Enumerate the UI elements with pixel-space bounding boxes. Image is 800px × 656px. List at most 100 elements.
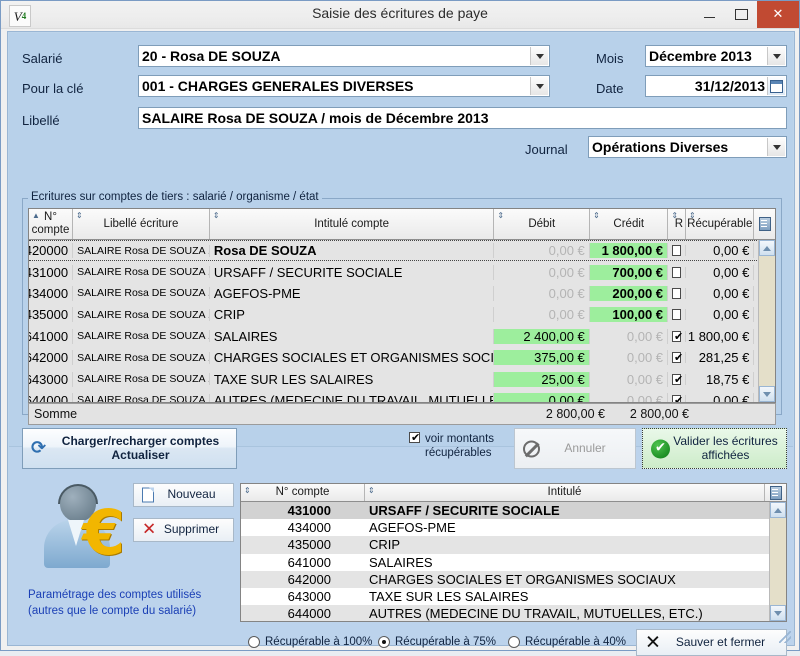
mois-combo[interactable]: Décembre 2013 bbox=[645, 45, 787, 67]
cell-libelle: SALAIRE Rosa DE SOUZA . bbox=[73, 394, 210, 402]
totals-credit: 2 800,00 € bbox=[629, 407, 689, 421]
show-recup-checkbox-group[interactable]: ✔ voir montants récupérables bbox=[409, 432, 494, 461]
table-row[interactable]: 420000 SALAIRE Rosa DE SOUZA . Rosa DE SOU… bbox=[29, 240, 775, 262]
cell-compte: 643000 bbox=[29, 371, 74, 387]
recuperable-checkbox[interactable]: ✔ bbox=[672, 373, 684, 385]
table-row[interactable]: 642000 SALAIRE Rosa DE SOUZA . CHARGES SOC… bbox=[29, 346, 775, 369]
list-item[interactable]: 642000 CHARGES SOCIALES ET ORGANISMES SOC… bbox=[241, 570, 786, 588]
sort-both-icon: ⇕ bbox=[671, 211, 679, 220]
cell-r bbox=[668, 309, 686, 321]
check-icon: ✔ bbox=[674, 373, 684, 385]
table-row[interactable]: 434000 SALAIRE Rosa DE SOUZA . AGEFOS-PME 0… bbox=[29, 282, 775, 305]
minimize-button[interactable] bbox=[693, 1, 725, 28]
chevron-down-icon[interactable] bbox=[767, 138, 785, 156]
accounts-hint-line1: Paramétrage des comptes utilisés bbox=[28, 589, 202, 601]
list-item[interactable]: 641000 SALAIRES bbox=[241, 554, 786, 571]
cell-intitule: TAXE SUR LES SALAIRES bbox=[369, 589, 529, 605]
cell-intitule: URSAFF / SECURITE SOCIALE bbox=[210, 264, 494, 280]
col-header-intitule[interactable]: ⇕ Intitulé compte bbox=[209, 209, 495, 239]
scroll-up-icon[interactable] bbox=[770, 502, 786, 518]
journal-label: Journal bbox=[525, 142, 568, 157]
recuperable-checkbox[interactable] bbox=[672, 287, 681, 299]
acct-col-header-compte[interactable]: ⇕ N° compte bbox=[241, 484, 365, 501]
radio-recuperable-0[interactable]: Récupérable à 100% bbox=[248, 636, 372, 648]
table-row[interactable]: 431000 SALAIRE Rosa DE SOUZA . URSAFF / SE… bbox=[29, 261, 775, 283]
accounts-grid-scrollbar[interactable] bbox=[769, 502, 786, 621]
cell-r: ✔ bbox=[668, 352, 686, 364]
radio-icon[interactable] bbox=[378, 636, 390, 648]
recuperable-checkbox[interactable]: ✔ bbox=[672, 394, 683, 402]
list-item[interactable]: 431000 URSAFF / SECURITE SOCIALE bbox=[241, 502, 786, 520]
entries-grid[interactable]: ▲ N° compte ⇕ Libellé écriture ⇕ Intitul… bbox=[28, 208, 776, 403]
scroll-down-icon[interactable] bbox=[759, 386, 775, 402]
list-item[interactable]: 643000 TAXE SUR LES SALAIRES bbox=[241, 588, 786, 605]
list-item[interactable]: 435000 CRIP bbox=[241, 536, 786, 554]
chevron-down-icon[interactable] bbox=[767, 47, 785, 65]
show-recup-checkbox[interactable]: ✔ bbox=[409, 432, 420, 443]
chevron-down-icon[interactable] bbox=[530, 77, 548, 95]
delete-account-button[interactable]: ✕ Supprimer bbox=[133, 518, 234, 542]
entries-grid-scrollbar[interactable] bbox=[758, 240, 775, 402]
accounts-hint: Paramétrage des comptes utilisés (autres… bbox=[28, 588, 238, 619]
col-header-delete[interactable] bbox=[754, 209, 775, 239]
cell-intitule: AUTRES (MEDECINE DU TRAVAIL, MUTUELLES, … bbox=[369, 606, 703, 622]
col-header-r[interactable]: ⇕ R bbox=[668, 209, 687, 239]
acct-col-header-intitule[interactable]: ⇕ Intitulé bbox=[365, 484, 765, 501]
mois-value: Décembre 2013 bbox=[649, 48, 752, 64]
entries-grid-body: 420000 SALAIRE Rosa DE SOUZA . Rosa DE SOU… bbox=[29, 240, 775, 402]
resize-grip[interactable] bbox=[779, 631, 791, 643]
table-row[interactable]: 644000 SALAIRE Rosa DE SOUZA . AUTRES (MED… bbox=[29, 389, 775, 402]
cle-combo[interactable]: 001 - CHARGES GENERALES DIVERSES bbox=[138, 75, 550, 97]
col-header-compte[interactable]: ▲ N° compte bbox=[29, 209, 74, 239]
journal-combo[interactable]: Opérations Diverses bbox=[588, 136, 787, 158]
recuperable-checkbox[interactable]: ✔ bbox=[672, 330, 683, 342]
main-window: V4 Saisie des écritures de paye ✕ Salari… bbox=[0, 0, 800, 656]
maximize-button[interactable] bbox=[725, 1, 757, 28]
col-header-credit[interactable]: ⇕ Crédit bbox=[590, 209, 669, 239]
close-button[interactable]: ✕ bbox=[757, 1, 799, 28]
acct-col-header-delete[interactable] bbox=[765, 484, 786, 501]
reload-accounts-button[interactable]: ⟳ Charger/recharger comptes Actualiser bbox=[22, 428, 237, 469]
libelle-input[interactable]: SALAIRE Rosa DE SOUZA / mois de Décembre… bbox=[138, 107, 787, 129]
check-icon: ✔ bbox=[674, 352, 684, 364]
calendar-icon[interactable] bbox=[767, 77, 785, 95]
recuperable-checkbox[interactable] bbox=[672, 309, 681, 321]
col-header-debit[interactable]: ⇕ Débit bbox=[494, 209, 591, 239]
cell-recuperable: 1 800,00 € bbox=[686, 328, 755, 344]
save-close-button[interactable]: ✕ Sauver et fermer bbox=[636, 629, 787, 656]
table-row[interactable]: 435000 SALAIRE Rosa DE SOUZA . CRIP 0,00 €1… bbox=[29, 304, 775, 326]
radio-icon[interactable] bbox=[508, 636, 520, 648]
cell-libelle: SALAIRE Rosa DE SOUZA . bbox=[73, 244, 210, 257]
cle-value: 001 - CHARGES GENERALES DIVERSES bbox=[142, 78, 414, 94]
table-row[interactable]: 641000 SALAIRE Rosa DE SOUZA . SALAIRES 2 4… bbox=[29, 325, 775, 347]
totals-row: Somme 2 800,00 € 2 800,00 € bbox=[28, 403, 776, 425]
scroll-down-icon[interactable] bbox=[770, 605, 786, 621]
radio-recuperable-2[interactable]: Récupérable à 40% bbox=[508, 636, 626, 648]
cell-debit: 2 400,00 € bbox=[493, 328, 590, 344]
new-account-button[interactable]: Nouveau bbox=[133, 483, 234, 507]
radio-recuperable-1[interactable]: Récupérable à 75% bbox=[378, 636, 496, 648]
window-controls: ✕ bbox=[693, 1, 799, 28]
chevron-down-icon[interactable] bbox=[530, 47, 548, 65]
col-header-recuperable[interactable]: ⇕ Récupérable bbox=[686, 209, 755, 239]
recuperable-checkbox[interactable] bbox=[672, 245, 681, 257]
scroll-up-icon[interactable] bbox=[759, 240, 775, 256]
date-field[interactable]: 31/12/2013 bbox=[645, 75, 787, 97]
euro-icon: € bbox=[82, 496, 126, 569]
accounts-grid[interactable]: ⇕ N° compte ⇕ Intitulé 431000 URSAFF / SE… bbox=[240, 483, 787, 622]
cancel-button[interactable]: Annuler bbox=[514, 428, 636, 469]
recuperable-checkbox[interactable]: ✔ bbox=[672, 352, 684, 364]
salarie-combo[interactable]: 20 - Rosa DE SOUZA bbox=[138, 45, 550, 67]
cle-label: Pour la clé bbox=[22, 81, 84, 96]
validate-button[interactable]: ✔ Valider les écritures affichées bbox=[642, 428, 787, 469]
radio-icon[interactable] bbox=[248, 636, 260, 648]
cell-intitule: TAXE SUR LES SALAIRES bbox=[210, 371, 494, 387]
list-item[interactable]: 644000 AUTRES (MEDECINE DU TRAVAIL, MUTUE… bbox=[241, 605, 786, 622]
recuperable-checkbox[interactable] bbox=[672, 266, 681, 278]
accounts-grid-header: ⇕ N° compte ⇕ Intitulé bbox=[241, 484, 786, 502]
list-item[interactable]: 434000 AGEFOS-PME bbox=[241, 519, 786, 536]
cell-compte: 434000 bbox=[287, 520, 331, 536]
cell-compte: 641000 bbox=[29, 328, 74, 344]
col-header-libelle[interactable]: ⇕ Libellé écriture bbox=[73, 209, 210, 239]
table-row[interactable]: 643000 SALAIRE Rosa DE SOUZA . TAXE SUR LE… bbox=[29, 368, 775, 390]
